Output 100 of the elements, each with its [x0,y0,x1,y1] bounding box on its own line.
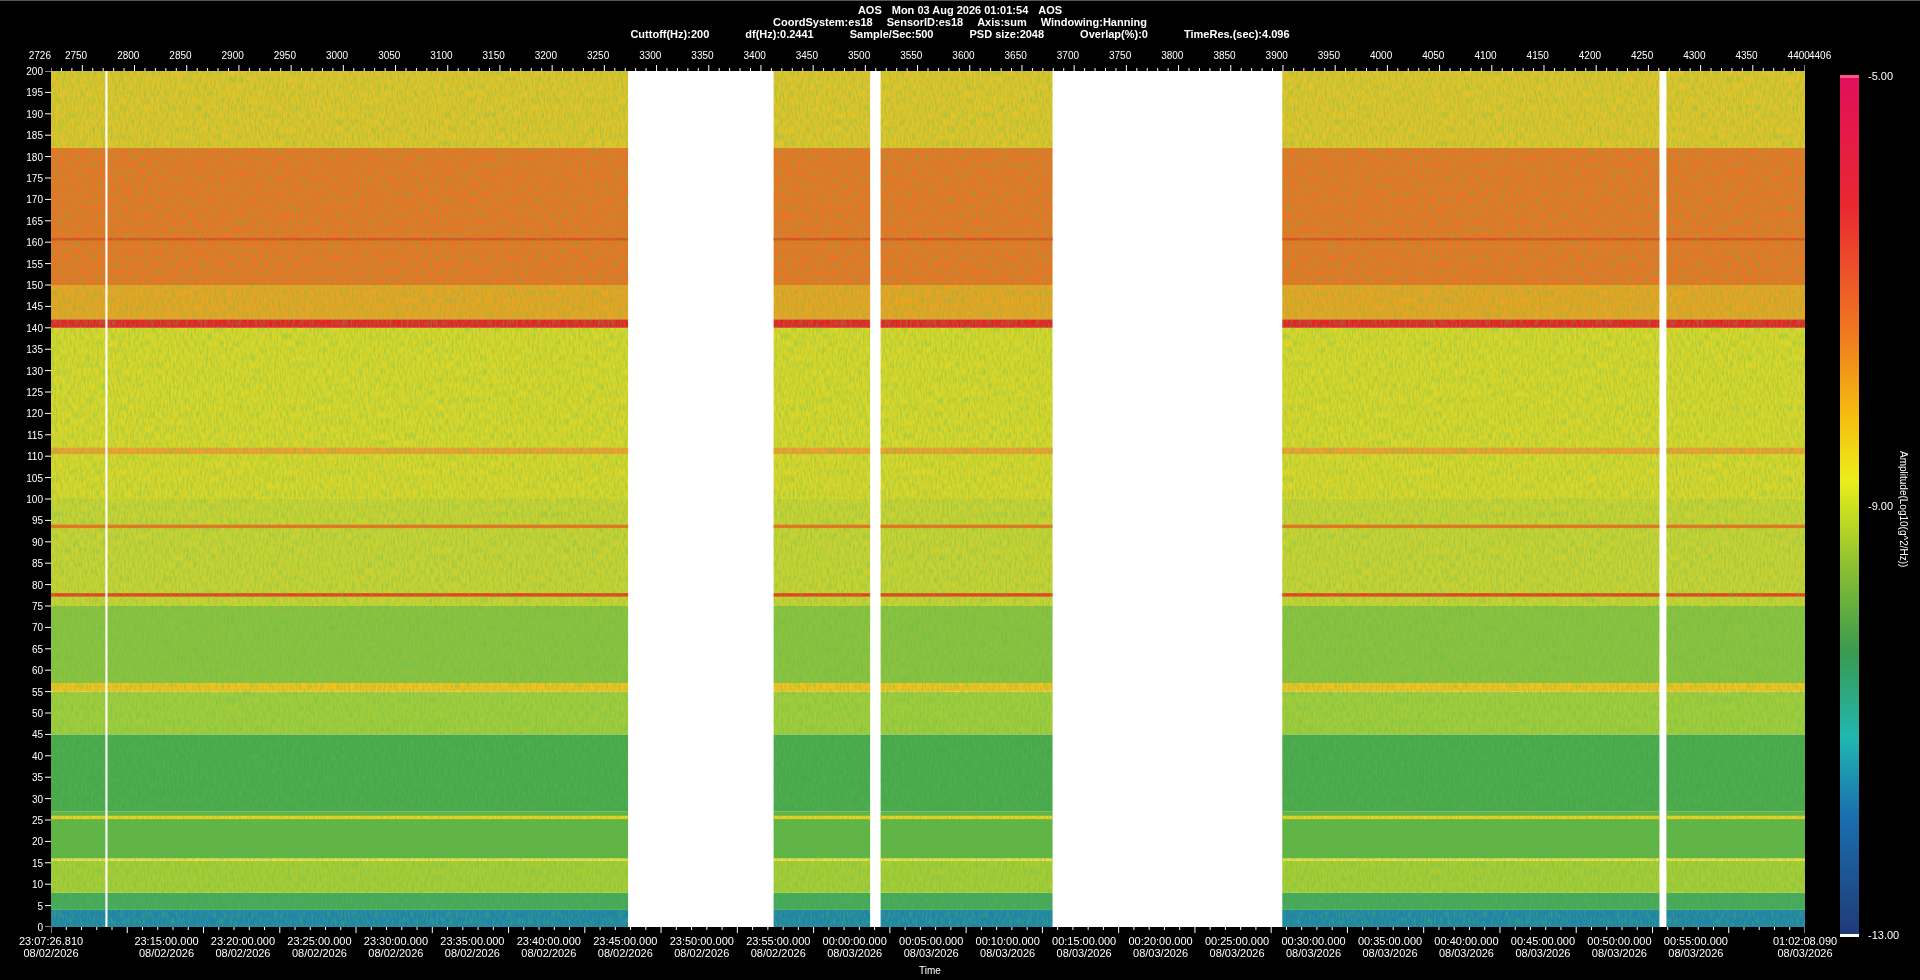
axis-tick-label: 3400 [743,50,766,62]
axis-tick-label: 3150 [482,50,505,62]
axis-tick-label: 150 [26,279,43,291]
axis-tick-label: 2750 [64,50,88,62]
axis-tick-label: 2800 [117,50,140,62]
axis-tick-label: 23:15:00.000 08/02/2026 [134,935,199,959]
axis-tick-label: 4350 [1735,50,1758,62]
axis-tick-label: 3350 [691,50,714,62]
axis-tick-label: 00:25:00.000 08/03/2026 [1204,935,1270,959]
axis-tick-label: 23:50:00.000 08/02/2026 [669,935,734,959]
axis-tick-label: 3450 [795,50,818,62]
header-info-text: PSD size:2048 [969,28,1045,40]
axis-tick-label: 4406 [1809,50,1832,62]
axis-tick-label: 45 [31,728,43,740]
axis-tick-label: 65 [31,643,43,655]
axis-tick-label: 55 [31,686,43,698]
colorbar-tick-label: -5.00 [1868,70,1894,82]
axis-tick-label: 115 [27,429,43,441]
axis-tick-label: 125 [26,386,43,398]
axis-tick-label: 160 [26,236,43,248]
axis-tick-label: 23:35:00.000 08/02/2026 [440,935,505,959]
colorbar-tick-label: -13.00 [1868,929,1900,941]
axis-tick-label: 23:20:00.000 08/02/2026 [210,935,276,959]
header-info-text: SensorID:es18 [886,16,964,28]
axis-tick-label: 3900 [1265,50,1288,62]
axis-tick-label: 30 [31,793,43,805]
axis-tick-label: 23:07:26.810 08/02/2026 [18,935,84,959]
axis-tick-label: 3750 [1108,50,1132,62]
axis-tick-label: 3050 [378,50,401,62]
axis-tick-label: 140 [26,322,43,334]
axis-tick-label: 100 [26,493,43,505]
header-info-text: Cuttoff(Hz):200 [630,28,710,40]
axis-title: Time [919,965,941,977]
axis-tick-label: 4250 [1631,50,1654,62]
axis-tick-label: 23:25:00.000 08/02/2026 [287,935,352,959]
axis-tick-label: 35 [31,771,43,783]
axis-tick-label: 4050 [1422,50,1445,62]
axis-tick-label: 5 [37,900,43,912]
axis-tick-label: 3650 [1004,50,1027,62]
axis-tick-label: 110 [27,450,43,462]
axis-tick-label: 95 [31,514,43,526]
axis-tick-label: 195 [26,86,43,98]
axis-tick-label: 15 [31,857,43,869]
axis-tick-label: 135 [26,343,43,355]
header-info-text: Overlap(%):0 [1080,28,1148,40]
axis-tick-label: 3300 [639,50,662,62]
axis-tick-label: 4150 [1526,50,1549,62]
axis-tick-label: 4300 [1683,50,1706,62]
axis-tick-label: 3950 [1317,50,1341,62]
axis-tick-label: 90 [31,536,43,548]
axis-tick-label: 175 [26,172,43,184]
axis-tick-label: 23:30:00.000 08/02/2026 [363,935,428,959]
axis-tick-label: 4100 [1474,50,1497,62]
header-info-text: df(Hz):0.2441 [745,28,814,40]
axis-tick-label: 190 [26,108,43,120]
axis-tick-label: 4400 [1787,50,1810,62]
axis-tick-label: 3550 [900,50,923,62]
axis-tick-label: 3500 [847,50,871,62]
axis-tick-label: 180 [26,151,43,163]
axis-tick-label: 3100 [430,50,453,62]
axis-tick-label: 70 [31,621,43,633]
axis-tick-label: 25 [31,814,43,826]
axis-tick-label: 00:10:00.000 08/03/2026 [975,935,1040,959]
axis-tick-label: 3600 [952,50,975,62]
axis-tick-label: 00:50:00.000 08/03/2026 [1587,935,1652,959]
axis-tick-label: 23:55:00.000 08/02/2026 [746,935,811,959]
axis-tick-label: 120 [26,407,43,419]
axis-tick-label: 20 [31,835,43,847]
axis-tick-label: 23:40:00.000 08/02/2026 [516,935,581,959]
header-title-text: AOS [1038,4,1063,16]
axis-tick-label: 105 [26,472,43,484]
axis-tick-label: 4200 [1578,50,1602,62]
axis-tick-label: 00:45:00.000 08/03/2026 [1510,935,1576,959]
header-title-text: AOS [857,4,882,16]
axis-tick-label: 130 [26,365,43,377]
axis-tick-label: 0 [37,921,43,933]
axis-tick-label: 85 [31,557,43,569]
axis-tick-label: 3800 [1161,50,1184,62]
axis-tick-label: 2900 [221,50,244,62]
axis-tick-label: 2850 [169,50,192,62]
axis-tick-label: 00:55:00.000 08/03/2026 [1663,935,1728,959]
header-info-text: TimeRes.(sec):4.096 [1183,28,1290,40]
axis-tick-label: 40 [31,750,43,762]
axis-tick-label: 60 [31,664,43,676]
axis-tick-label: 23:45:00.000 08/02/2026 [593,935,658,959]
axis-tick-label: 2950 [273,50,296,62]
axis-tick-label: 00:30:00.000 08/03/2026 [1281,935,1346,959]
axis-tick-label: 00:00:00.000 08/03/2026 [822,935,887,959]
axis-tick-label: 145 [26,300,43,312]
axis-tick-label: 00:35:00.000 08/03/2026 [1357,935,1423,959]
axis-tick-label: 3200 [534,50,557,62]
axis-tick-label: 2726 [28,50,51,62]
axis-tick-label: 01:02:08.090 08/03/2026 [1772,935,1838,959]
axis-tick-label: 185 [26,129,43,141]
axis-tick-label: 80 [31,579,43,591]
axis-tick-label: 3700 [1056,50,1079,62]
colorbar-tick-label: -9.00 [1868,499,1894,512]
axis-tick-label: 00:15:00.000 08/03/2026 [1052,935,1117,959]
header-info-text: CoordSystem:es18 [773,16,873,28]
axis-tick-label: 170 [26,193,43,205]
